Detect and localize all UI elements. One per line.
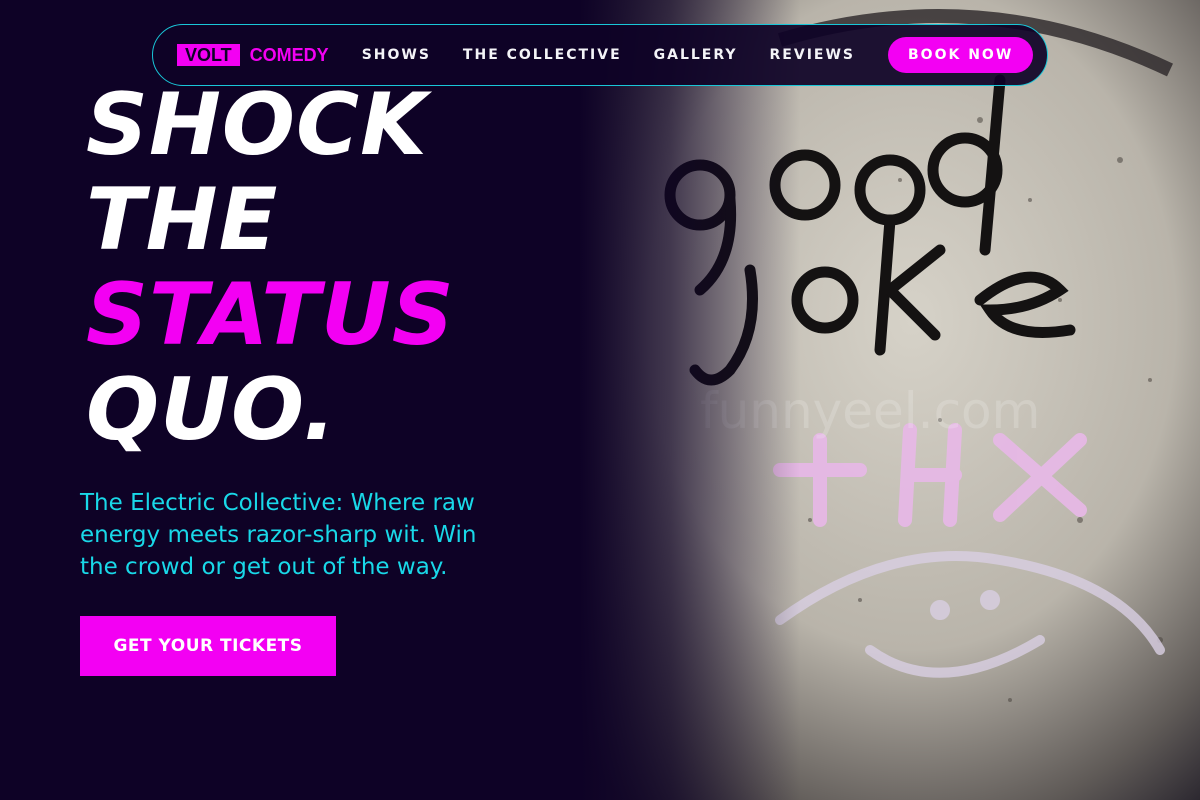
- nav-link-reviews[interactable]: REVIEWS: [770, 47, 855, 63]
- logo[interactable]: VOLT COMEDY: [177, 44, 329, 66]
- nav-link-gallery[interactable]: GALLERY: [654, 47, 738, 63]
- nav-link-the-collective[interactable]: THE COLLECTIVE: [463, 47, 622, 63]
- headline-line-4: QUO.: [86, 360, 337, 460]
- nav-link-shows[interactable]: SHOWS: [362, 47, 431, 63]
- book-now-button[interactable]: BOOK NOW: [888, 37, 1034, 73]
- headline-line-3-highlight: STATUS: [86, 265, 455, 365]
- logo-primary: VOLT: [177, 44, 240, 66]
- headline-line-2: THE: [86, 170, 279, 270]
- get-tickets-button[interactable]: GET YOUR TICKETS: [80, 616, 336, 676]
- hero-headline: SHOCK THE STATUS QUO.: [86, 78, 606, 458]
- headline-line-1: SHOCK: [86, 75, 428, 175]
- hero-subtitle: The Electric Collective: Where raw energ…: [80, 490, 477, 580]
- logo-secondary: COMEDY: [249, 45, 329, 65]
